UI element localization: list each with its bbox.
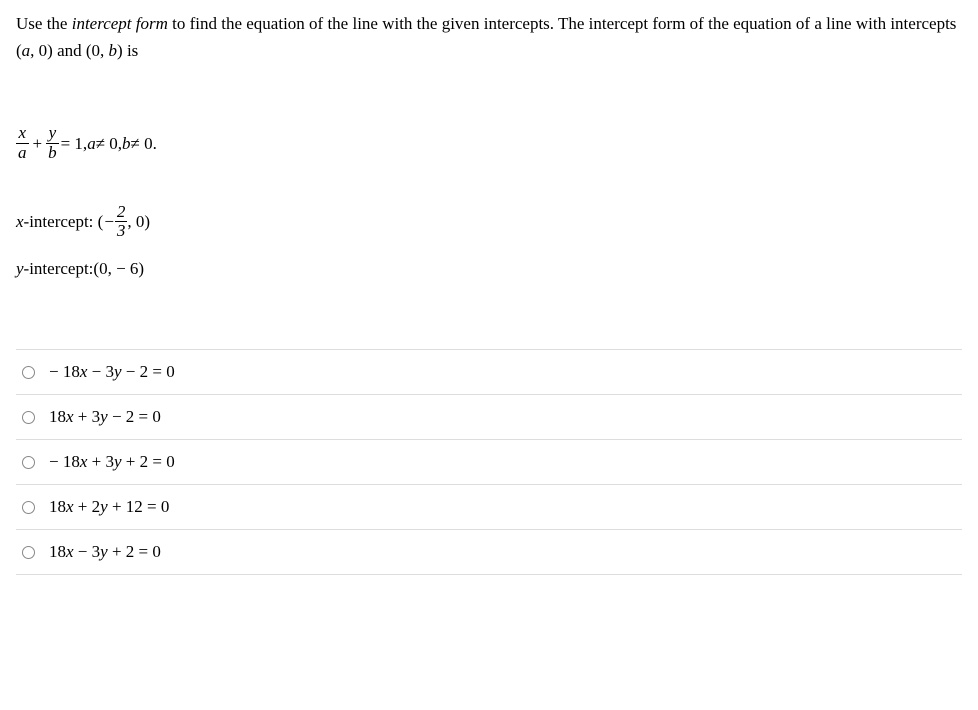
formula-cond-b-var: b <box>122 134 131 154</box>
opt1-mid: − 3 <box>87 362 114 381</box>
formula-eq: = 1, <box>59 134 88 154</box>
prompt-part1: Use the <box>16 14 72 33</box>
opt1-prefix: − 18 <box>49 362 80 381</box>
y-intercept-var: y <box>16 259 24 279</box>
question-prompt: Use the intercept form to find the equat… <box>16 10 962 64</box>
opt1-y: y <box>114 362 122 381</box>
option-4[interactable]: 18x + 2y + 12 = 0 <box>16 485 962 530</box>
y-intercept-value: (0, − 6) <box>93 259 144 279</box>
opt4-rest: + 12 = 0 <box>108 497 170 516</box>
formula-cond-b-rest: ≠ 0. <box>131 134 157 154</box>
prompt-b: b <box>109 41 118 60</box>
opt5-y: y <box>100 542 108 561</box>
option-5[interactable]: 18x − 3y + 2 = 0 <box>16 530 962 575</box>
option-2[interactable]: 18x + 3y − 2 = 0 <box>16 395 962 440</box>
option-4-text: 18x + 2y + 12 = 0 <box>49 497 169 517</box>
formula: x a + y b = 1, a ≠ 0, b ≠ 0. <box>16 124 157 162</box>
opt5-mid: − 3 <box>74 542 101 561</box>
formula-cond-a-var: a <box>87 134 96 154</box>
prompt-a: a <box>22 41 31 60</box>
prompt-part3: , 0) and (0, <box>30 41 108 60</box>
radio-icon <box>22 411 35 424</box>
x-intercept-close: , 0) <box>127 212 150 232</box>
fraction-den-a: a <box>16 144 29 163</box>
intercepts-block: x-intercept: (− 2 3 , 0) y-intercept: (0… <box>16 203 962 279</box>
option-2-text: 18x + 3y − 2 = 0 <box>49 407 161 427</box>
prompt-part4: ) is <box>117 41 138 60</box>
opt5-prefix: 18 <box>49 542 66 561</box>
x-intercept-den: 3 <box>115 222 128 241</box>
option-3-text: − 18x + 3y + 2 = 0 <box>49 452 175 472</box>
opt3-rest: + 2 = 0 <box>122 452 175 471</box>
option-5-text: 18x − 3y + 2 = 0 <box>49 542 161 562</box>
x-intercept-var: x <box>16 212 24 232</box>
options-list: − 18x − 3y − 2 = 0 18x + 3y − 2 = 0 − 18… <box>16 349 962 575</box>
x-intercept-num: 2 <box>115 203 128 223</box>
opt4-prefix: 18 <box>49 497 66 516</box>
y-intercept-suffix: -intercept: <box>24 259 94 279</box>
radio-icon <box>22 501 35 514</box>
x-intercept: x-intercept: (− 2 3 , 0) <box>16 203 962 241</box>
opt2-mid: + 3 <box>74 407 101 426</box>
x-intercept-frac: 2 3 <box>115 203 128 241</box>
fraction-num-y: y <box>46 124 59 144</box>
opt3-mid: + 3 <box>87 452 114 471</box>
radio-icon <box>22 366 35 379</box>
y-intercept: y-intercept: (0, − 6) <box>16 259 962 279</box>
fraction-y-b: y b <box>46 124 59 162</box>
opt5-rest: + 2 = 0 <box>108 542 161 561</box>
option-1[interactable]: − 18x − 3y − 2 = 0 <box>16 349 962 395</box>
opt5-x: x <box>66 542 74 561</box>
x-intercept-neg: − <box>103 212 115 232</box>
option-1-text: − 18x − 3y − 2 = 0 <box>49 362 175 382</box>
x-intercept-suffix: -intercept: ( <box>24 212 104 232</box>
opt2-x: x <box>66 407 74 426</box>
opt2-prefix: 18 <box>49 407 66 426</box>
opt3-y: y <box>114 452 122 471</box>
opt2-rest: − 2 = 0 <box>108 407 161 426</box>
formula-cond-a-rest: ≠ 0, <box>96 134 122 154</box>
prompt-italic: intercept form <box>72 14 168 33</box>
opt4-y: y <box>100 497 108 516</box>
formula-plus: + <box>29 134 47 154</box>
opt4-mid: + 2 <box>74 497 101 516</box>
fraction-den-b: b <box>46 144 59 163</box>
radio-icon <box>22 546 35 559</box>
opt3-prefix: − 18 <box>49 452 80 471</box>
opt1-rest: − 2 = 0 <box>122 362 175 381</box>
radio-icon <box>22 456 35 469</box>
opt4-x: x <box>66 497 74 516</box>
opt2-y: y <box>100 407 108 426</box>
fraction-x-a: x a <box>16 124 29 162</box>
option-3[interactable]: − 18x + 3y + 2 = 0 <box>16 440 962 485</box>
fraction-num-x: x <box>16 124 29 144</box>
